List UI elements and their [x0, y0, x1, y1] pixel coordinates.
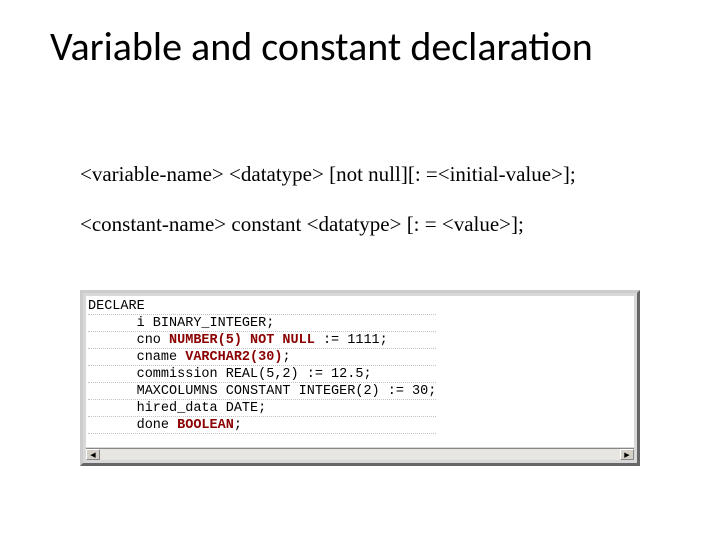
code-content: DECLARE i BINARY_INTEGER; cno NUMBER(5) … — [88, 298, 436, 434]
horizontal-scrollbar[interactable]: ◀ ▶ — [86, 448, 634, 460]
slide: Variable and constant declaration <varia… — [0, 0, 720, 540]
code-line: done BOOLEAN; — [88, 417, 436, 434]
code-keyword: VARCHAR2(30) — [185, 350, 282, 365]
code-editor: DECLARE i BINARY_INTEGER; cno NUMBER(5) … — [80, 290, 640, 466]
arrow-left-icon: ◀ — [90, 450, 95, 459]
scroll-right-button[interactable]: ▶ — [620, 449, 634, 460]
code-line: MAXCOLUMNS CONSTANT INTEGER(2) := 30; — [88, 383, 436, 400]
code-line: i BINARY_INTEGER; — [88, 315, 436, 332]
arrow-right-icon: ▶ — [624, 450, 629, 459]
code-keyword: BOOLEAN — [177, 418, 234, 433]
code-line: DECLARE — [88, 298, 436, 315]
syntax-line-variable: <variable-name> <datatype> [not null][: … — [80, 160, 650, 188]
code-line: cname VARCHAR2(30); — [88, 349, 436, 366]
scroll-left-button[interactable]: ◀ — [86, 449, 100, 460]
page-title: Variable and constant declaration — [50, 22, 593, 71]
scrollbar-track[interactable] — [100, 449, 620, 460]
code-viewport: DECLARE i BINARY_INTEGER; cno NUMBER(5) … — [86, 296, 634, 447]
syntax-block: <variable-name> <datatype> [not null][: … — [80, 160, 650, 239]
code-line: hired_data DATE; — [88, 400, 436, 417]
code-line: commission REAL(5,2) := 12.5; — [88, 366, 436, 383]
syntax-line-constant: <constant-name> constant <datatype> [: =… — [80, 210, 650, 238]
code-keyword: NUMBER(5) NOT NULL — [169, 333, 315, 348]
code-line: cno NUMBER(5) NOT NULL := 1111; — [88, 332, 436, 349]
